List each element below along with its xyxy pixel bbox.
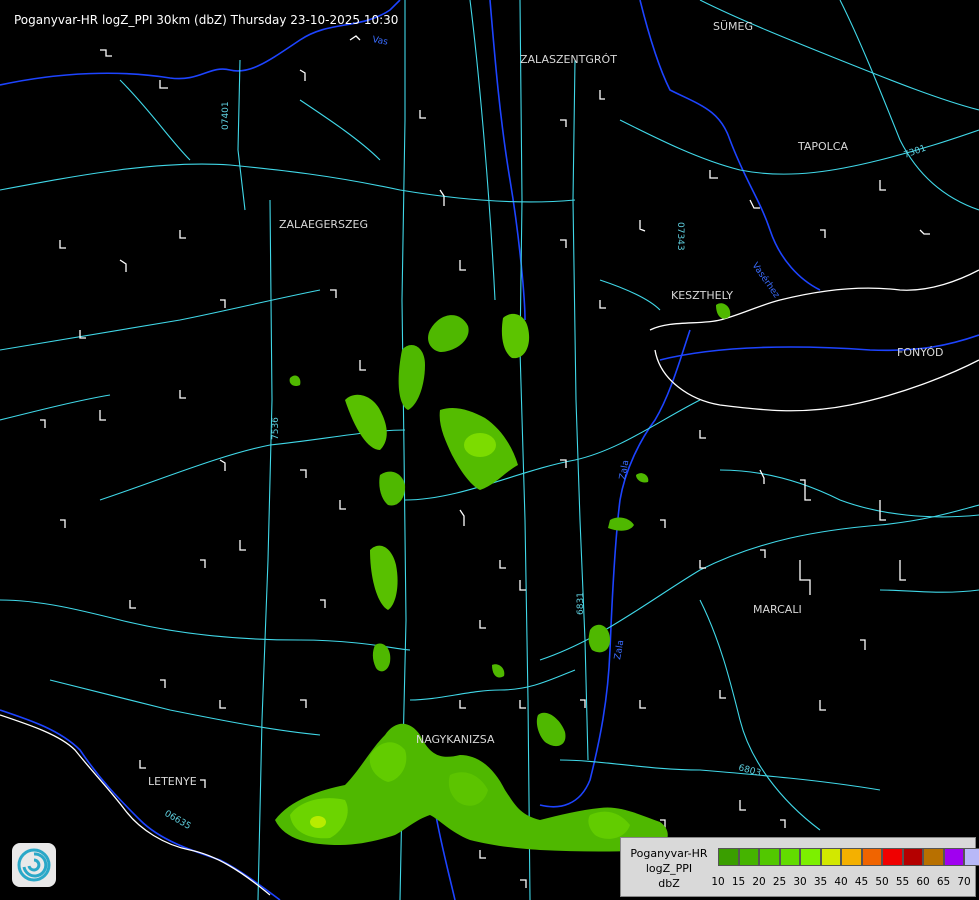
radar-map: SÜMEG ZALASZENTGRÓT TAPOLCA ZALAEGERSZEG… [0,0,979,900]
road-number: 07343 [675,222,685,251]
legend-swatch [902,848,923,866]
city-keszthely: KESZTHELY [671,289,733,302]
legend-swatch [882,848,903,866]
road-number: 7536 [271,417,281,440]
legend-swatch [779,848,800,866]
legend-swatch [738,848,759,866]
legend-tick-label: 70 [957,876,971,888]
legend-radar-name: Poganyvar-HR [630,847,708,860]
legend-tick-label: 10 [711,876,725,888]
legend-tick-label: 65 [936,876,951,888]
legend-tick-label: 60 [916,876,930,888]
legend-swatches [718,848,979,866]
legend-swatch [841,848,862,866]
legend-swatch [964,848,979,866]
color-legend: Poganyvar-HR logZ_PPI dbZ 10 15 20 25 30 35 40… [620,837,979,897]
legend-tick-label: 50 [875,876,889,888]
legend-swatch [943,848,964,866]
legend-swatch [800,848,821,866]
legend-tick-label: 30 [793,876,807,888]
city-marcali: MARCALI [753,603,802,616]
legend-swatch [759,848,780,866]
city-nagykanizsa: NAGYKANIZSA [416,733,495,746]
legend-swatch [820,848,841,866]
city-fonyod: FONYÓD [897,346,943,359]
legend-tick-label: 25 [772,876,787,888]
map-title: Poganyvar-HR logZ_PPI 30km (dbZ) Thursda… [14,13,399,27]
city-letenye: LETENYE [148,775,197,788]
legend-tick-label: 15 [731,876,746,888]
legend-swatch [923,848,944,866]
road-number: 6831 [576,592,586,615]
city-sumeg: SÜMEG [713,20,753,33]
legend-tick-label: 35 [813,876,828,888]
city-zalaszentgrot: ZALASZENTGRÓT [520,53,617,66]
legend-tick-label: 55 [895,876,910,888]
legend-tick-label: 20 [752,876,766,888]
legend-tick-label: 40 [834,876,848,888]
legend-ticks: 10 15 20 25 30 35 40 45 50 55 60 65 70 [711,876,979,890]
legend-label: Poganyvar-HR logZ_PPI dbZ [625,846,713,891]
city-zalaegerszeg: ZALAEGERSZEG [279,218,368,231]
city-tapolca: TAPOLCA [797,140,848,153]
legend-swatch [718,848,739,866]
legend-swatch [861,848,882,866]
legend-tick-label: 45 [854,876,869,888]
road-number: 07401 [221,101,231,130]
radar-logo-icon [12,843,56,887]
legend-unit: dbZ [658,877,680,890]
legend-product: logZ_PPI [645,862,693,875]
